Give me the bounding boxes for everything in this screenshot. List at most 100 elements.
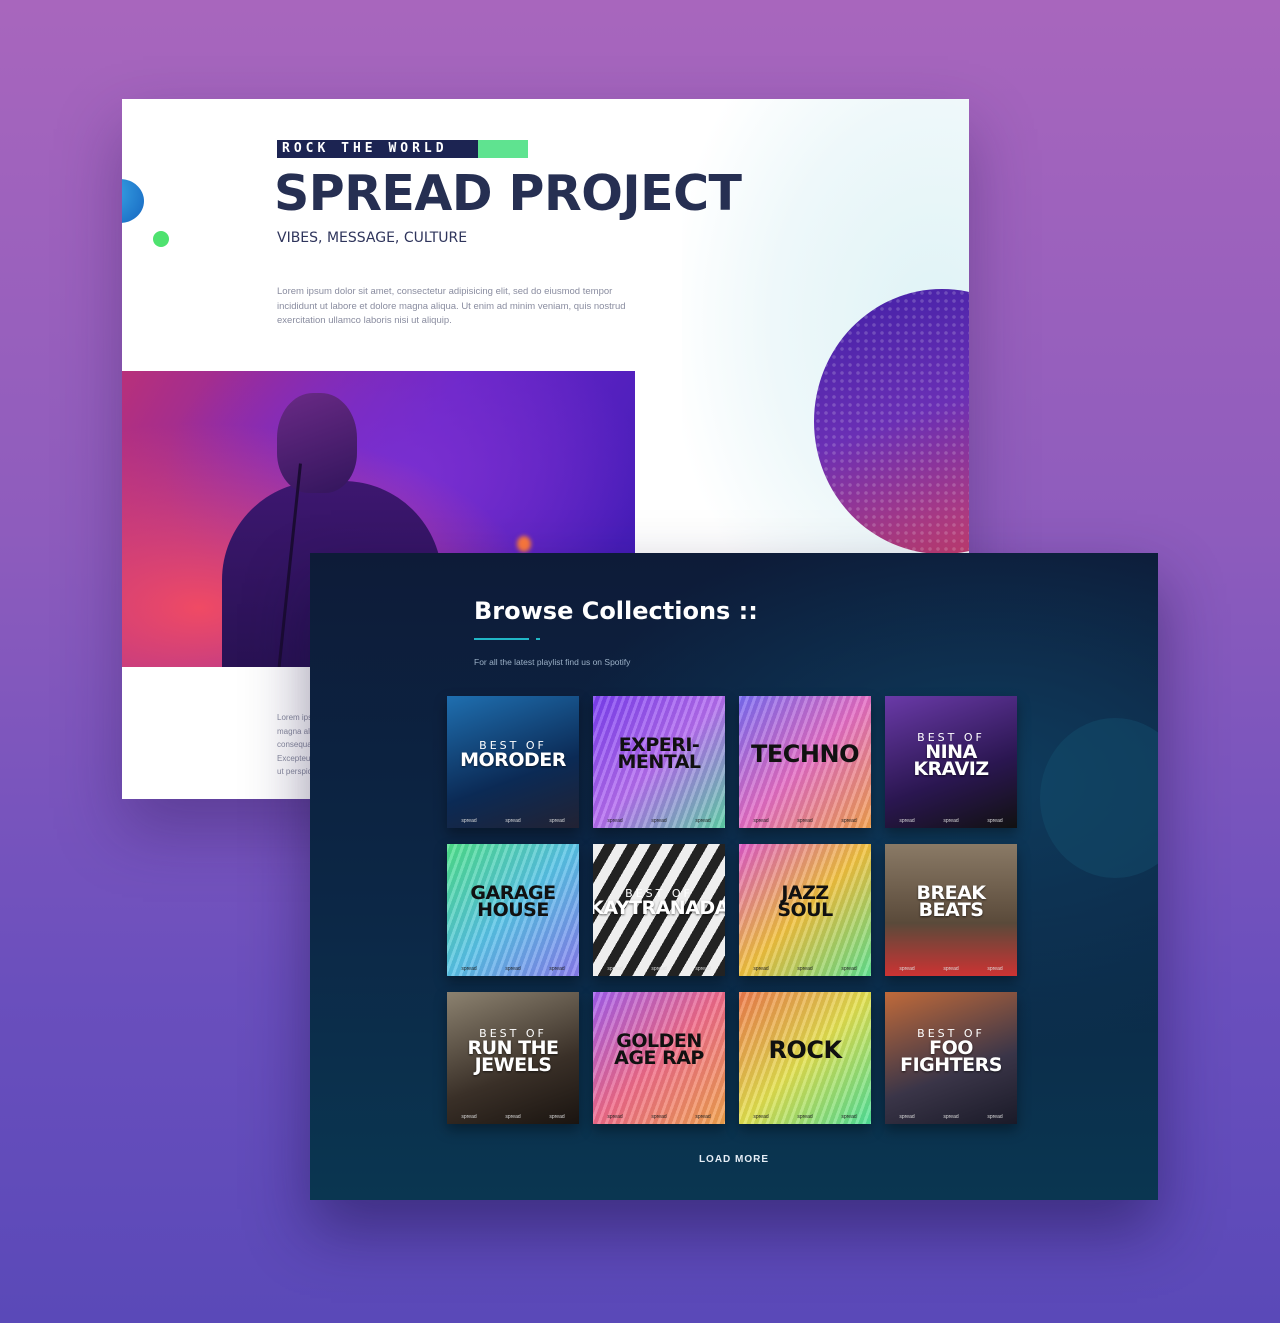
tile-label: BEST OF MORODER bbox=[447, 696, 579, 812]
collection-tile[interactable]: GOLDEN AGE RAP spread spread spread bbox=[593, 992, 725, 1124]
title-underline-dot bbox=[536, 638, 540, 640]
bubble-decoration bbox=[1040, 718, 1158, 878]
tile-brand-strip: spread spread spread bbox=[885, 966, 1017, 972]
brand-logo: spread bbox=[841, 966, 857, 972]
tile-label: BREAK BEATS bbox=[885, 844, 1017, 960]
brand-logo: spread bbox=[607, 818, 623, 824]
brand-logo: spread bbox=[695, 1114, 711, 1120]
collection-tile[interactable]: JAZZ SOUL spread spread spread bbox=[739, 844, 871, 976]
brand-logo: spread bbox=[899, 818, 915, 824]
tile-title: BEATS bbox=[918, 899, 984, 921]
brand-logo: spread bbox=[797, 966, 813, 972]
brand-logo: spread bbox=[943, 818, 959, 824]
brand-logo: spread bbox=[607, 1114, 623, 1120]
brand-logo: spread bbox=[899, 1114, 915, 1120]
tile-label: GARAGE HOUSE bbox=[447, 844, 579, 960]
tile-brand-strip: spread spread spread bbox=[885, 818, 1017, 824]
brand-logo: spread bbox=[651, 818, 667, 824]
tile-title: TECHNO bbox=[751, 740, 859, 768]
tile-title: MORODER bbox=[460, 749, 566, 771]
tile-brand-strip: spread spread spread bbox=[447, 966, 579, 972]
tile-label: JAZZ SOUL bbox=[739, 844, 871, 960]
tile-title: JEWELS bbox=[474, 1053, 552, 1076]
collection-tile[interactable]: BEST OF FOO FIGHTERS spread spread spread bbox=[885, 992, 1017, 1124]
brand-logo: spread bbox=[753, 1114, 769, 1120]
brand-logo: spread bbox=[505, 1114, 521, 1120]
tile-brand-strip: spread spread spread bbox=[593, 1114, 725, 1120]
collection-tile[interactable]: BEST OF RUN THE JEWELS spread spread spread bbox=[447, 992, 579, 1124]
browse-collections-panel: Browse Collections :: For all the latest… bbox=[310, 553, 1158, 1200]
tile-brand-strip: spread spread spread bbox=[739, 966, 871, 972]
brand-logo: spread bbox=[797, 818, 813, 824]
collection-tile[interactable]: ROCK spread spread spread bbox=[739, 992, 871, 1124]
section-subtitle: For all the latest playlist find us on S… bbox=[474, 657, 631, 667]
page-subtitle: VIBES, MESSAGE, CULTURE bbox=[277, 230, 468, 246]
brand-logo: spread bbox=[753, 818, 769, 824]
brand-logo: spread bbox=[549, 1114, 565, 1120]
brand-logo: spread bbox=[987, 818, 1003, 824]
tile-title: SOUL bbox=[777, 899, 833, 921]
tile-title: AGE RAP bbox=[614, 1047, 704, 1069]
tagline-badge: ROCK THE WORLD bbox=[277, 140, 528, 158]
brand-logo: spread bbox=[461, 1114, 477, 1120]
collection-tile[interactable]: TECHNO spread spread spread bbox=[739, 696, 871, 828]
brand-logo: spread bbox=[987, 966, 1003, 972]
tile-label: BEST OF FOO FIGHTERS bbox=[885, 992, 1017, 1108]
brand-logo: spread bbox=[753, 966, 769, 972]
brand-logo: spread bbox=[549, 966, 565, 972]
singer-head-shape bbox=[277, 393, 357, 493]
collection-tile[interactable]: BEST OF MORODER spread spread spread bbox=[447, 696, 579, 828]
collection-tile[interactable]: BEST OF KAYTRANADA spread spread spread bbox=[593, 844, 725, 976]
tile-title: HOUSE bbox=[477, 899, 549, 921]
section-title: Browse Collections :: bbox=[474, 597, 758, 625]
collection-grid: BEST OF MORODER spread spread spread EXPERI- M… bbox=[447, 696, 1017, 1124]
brand-logo: spread bbox=[505, 966, 521, 972]
brand-logo: spread bbox=[461, 818, 477, 824]
tile-label: EXPERI- MENTAL bbox=[593, 696, 725, 812]
stage-light bbox=[517, 536, 531, 552]
collection-tile[interactable]: EXPERI- MENTAL spread spread spread bbox=[593, 696, 725, 828]
brand-logo: spread bbox=[607, 966, 623, 972]
brand-logo: spread bbox=[797, 1114, 813, 1120]
tile-title: FIGHTERS bbox=[900, 1053, 1002, 1076]
tile-title: KRAVIZ bbox=[913, 757, 989, 780]
brand-logo: spread bbox=[651, 966, 667, 972]
tile-brand-strip: spread spread spread bbox=[739, 1114, 871, 1120]
green-dot-decoration bbox=[153, 231, 169, 247]
brand-logo: spread bbox=[841, 818, 857, 824]
tile-title: MENTAL bbox=[617, 751, 701, 773]
tile-brand-strip: spread spread spread bbox=[593, 818, 725, 824]
tile-brand-strip: spread spread spread bbox=[739, 818, 871, 824]
tile-title: ROCK bbox=[768, 1036, 842, 1064]
page-title: SPREAD PROJECT bbox=[274, 165, 742, 222]
intro-paragraph: Lorem ipsum dolor sit amet, consectetur … bbox=[277, 286, 626, 326]
title-underline bbox=[474, 638, 529, 640]
tile-brand-strip: spread spread spread bbox=[447, 818, 579, 824]
tile-label: TECHNO bbox=[739, 696, 871, 812]
tile-label: BEST OF NINA KRAVIZ bbox=[885, 696, 1017, 812]
tagline-text: ROCK THE WORLD bbox=[277, 140, 478, 158]
brand-logo: spread bbox=[943, 1114, 959, 1120]
brand-logo: spread bbox=[841, 1114, 857, 1120]
tile-title: KAYTRANADA bbox=[593, 897, 725, 919]
blue-ball-decoration bbox=[122, 179, 144, 223]
tagline-accent-bar bbox=[477, 140, 528, 158]
brand-logo: spread bbox=[899, 966, 915, 972]
tile-brand-strip: spread spread spread bbox=[447, 1114, 579, 1120]
brand-logo: spread bbox=[943, 966, 959, 972]
tile-brand-strip: spread spread spread bbox=[593, 966, 725, 972]
brand-logo: spread bbox=[505, 818, 521, 824]
collection-tile[interactable]: GARAGE HOUSE spread spread spread bbox=[447, 844, 579, 976]
brand-logo: spread bbox=[695, 818, 711, 824]
brand-logo: spread bbox=[549, 818, 565, 824]
tile-label: BEST OF KAYTRANADA bbox=[593, 844, 725, 960]
load-more-button[interactable]: LOAD MORE bbox=[310, 1154, 1158, 1165]
brand-logo: spread bbox=[651, 1114, 667, 1120]
brand-logo: spread bbox=[461, 966, 477, 972]
collection-tile[interactable]: BREAK BEATS spread spread spread bbox=[885, 844, 1017, 976]
tile-brand-strip: spread spread spread bbox=[885, 1114, 1017, 1120]
tile-label: BEST OF RUN THE JEWELS bbox=[447, 992, 579, 1108]
brand-logo: spread bbox=[987, 1114, 1003, 1120]
brand-logo: spread bbox=[695, 966, 711, 972]
collection-tile[interactable]: BEST OF NINA KRAVIZ spread spread spread bbox=[885, 696, 1017, 828]
